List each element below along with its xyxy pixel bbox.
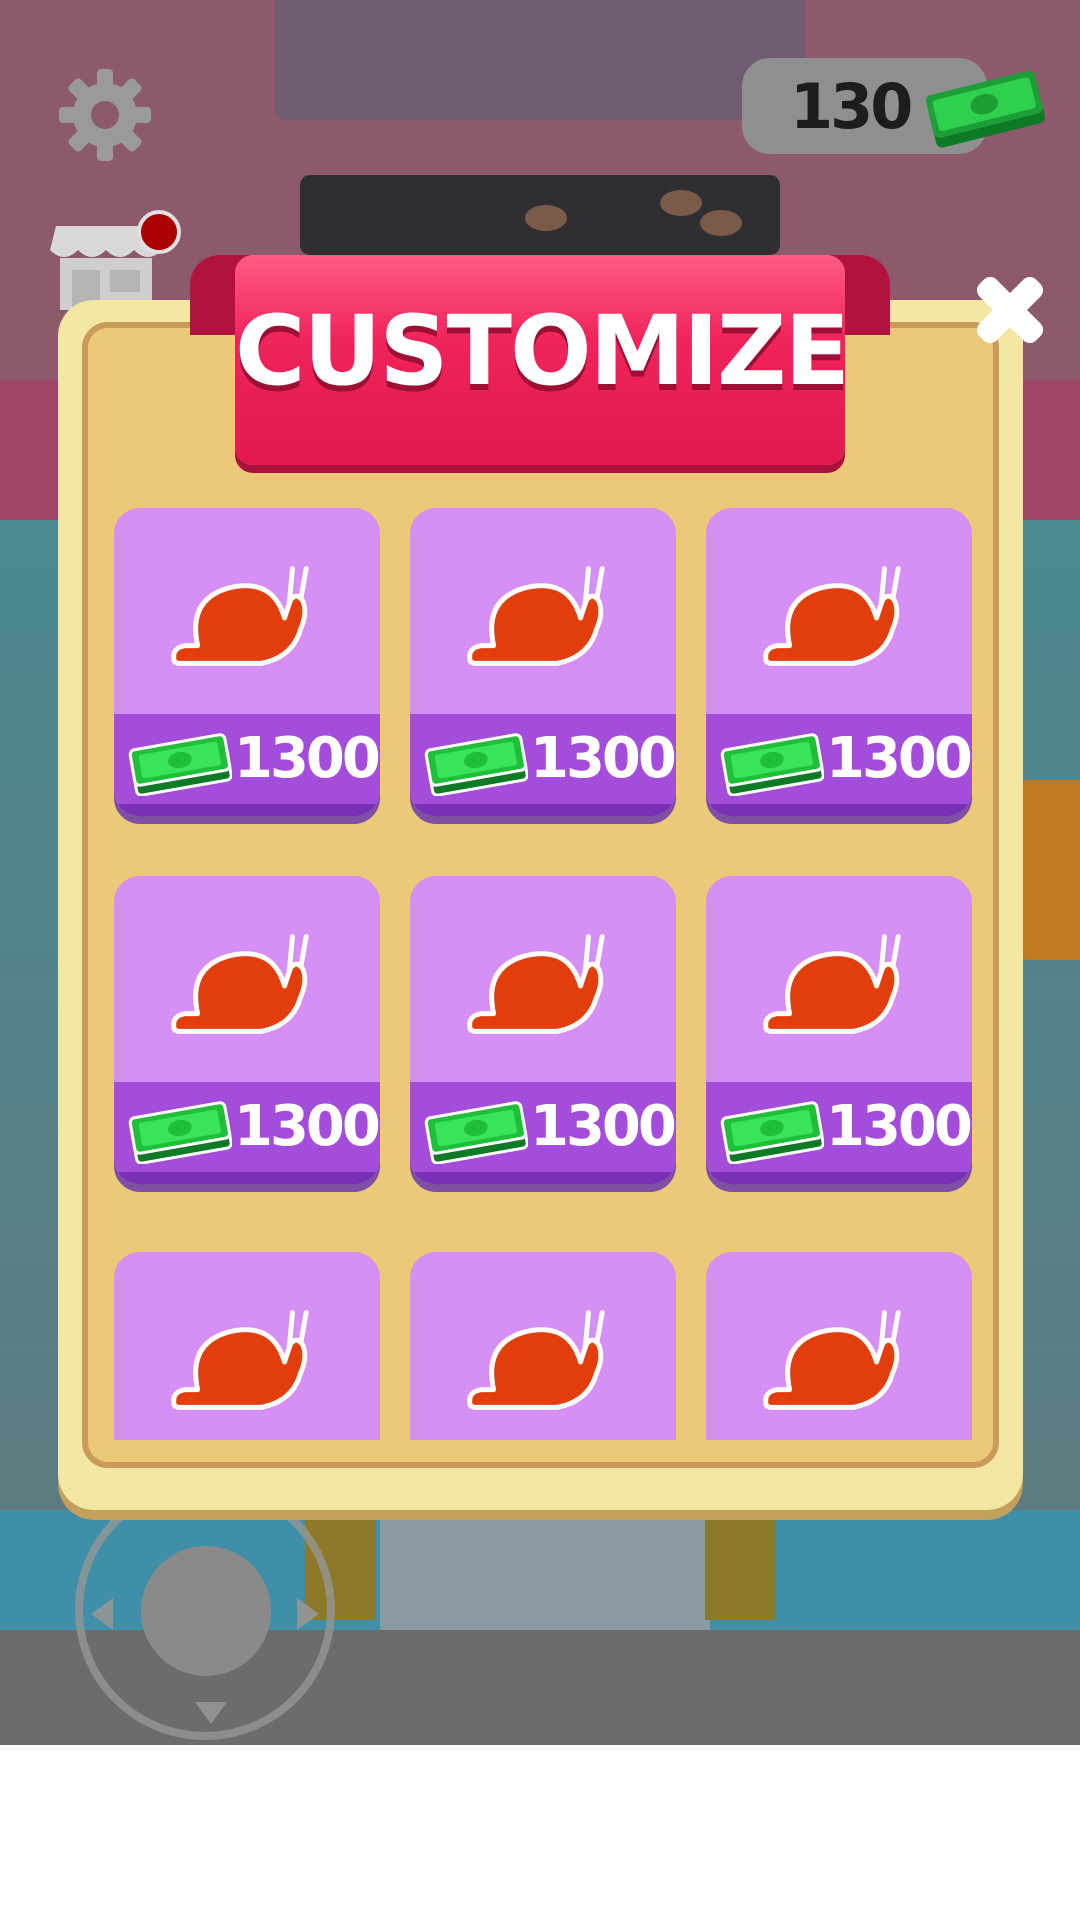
- cash-icon: [128, 1094, 232, 1164]
- shop-item-card[interactable]: 1300: [114, 508, 380, 816]
- snail-icon: [760, 1304, 918, 1414]
- cup: [660, 190, 702, 216]
- item-grid: 1300 1300 1300 1300 1300 1300: [114, 508, 974, 1462]
- cash-icon: [424, 726, 528, 796]
- price-tag[interactable]: 1300: [706, 714, 972, 816]
- item-price: 1300: [530, 726, 676, 791]
- counter-top: [300, 175, 780, 255]
- joystick-knob[interactable]: [141, 1546, 271, 1676]
- shop-item-card[interactable]: [706, 1252, 972, 1440]
- joystick[interactable]: [75, 1480, 335, 1740]
- item-price: 1300: [826, 726, 972, 791]
- snail-icon: [760, 560, 918, 670]
- shop-item-card[interactable]: 1300: [410, 508, 676, 816]
- cash-icon: [128, 726, 232, 796]
- bridge-leg: [705, 1500, 775, 1620]
- shop-item-card[interactable]: 1300: [114, 876, 380, 1184]
- snail-icon: [464, 560, 622, 670]
- title-banner: CUSTOMIZE: [190, 255, 890, 470]
- close-icon[interactable]: [968, 268, 1052, 352]
- price-tag[interactable]: 1300: [706, 1082, 972, 1184]
- cash-icon: [720, 726, 824, 796]
- notification-dot: [137, 210, 181, 254]
- customize-panel-inner: 1300 1300 1300 1300 1300 1300: [82, 322, 999, 1468]
- banner-ribbon: CUSTOMIZE: [235, 255, 850, 465]
- cash-icon: [720, 1094, 824, 1164]
- shop-item-card[interactable]: [114, 1252, 380, 1440]
- cup: [700, 210, 742, 236]
- joystick-right-arrow: [297, 1598, 319, 1630]
- cash-icon: [424, 1094, 528, 1164]
- price-tag[interactable]: 1300: [410, 714, 676, 816]
- customize-panel: 1300 1300 1300 1300 1300 1300: [58, 300, 1023, 1510]
- price-tag[interactable]: 1300: [410, 1082, 676, 1184]
- snail-icon: [760, 928, 918, 1038]
- bridge: [380, 1510, 710, 1630]
- joystick-left-arrow: [91, 1598, 113, 1630]
- money-amount: 130: [790, 70, 913, 143]
- shop-item-card[interactable]: 1300: [410, 876, 676, 1184]
- cash-icon: [925, 70, 1046, 148]
- snail-icon: [464, 1304, 622, 1414]
- panel-title: CUSTOMIZE: [235, 295, 850, 407]
- shop-item-card[interactable]: 1300: [706, 508, 972, 816]
- item-price: 1300: [234, 1094, 380, 1159]
- counter: [275, 0, 805, 120]
- gear-icon[interactable]: [55, 65, 155, 165]
- item-price: 1300: [234, 726, 380, 791]
- snail-icon: [168, 560, 326, 670]
- shop-item-card[interactable]: [410, 1252, 676, 1440]
- joystick-down-arrow: [195, 1702, 227, 1724]
- item-price: 1300: [826, 1094, 972, 1159]
- item-price: 1300: [530, 1094, 676, 1159]
- price-tag[interactable]: 1300: [114, 714, 380, 816]
- snail-icon: [168, 928, 326, 1038]
- snail-icon: [168, 1304, 326, 1414]
- price-tag[interactable]: 1300: [114, 1082, 380, 1184]
- cup: [525, 205, 567, 231]
- snail-icon: [464, 928, 622, 1038]
- shop-item-card[interactable]: 1300: [706, 876, 972, 1184]
